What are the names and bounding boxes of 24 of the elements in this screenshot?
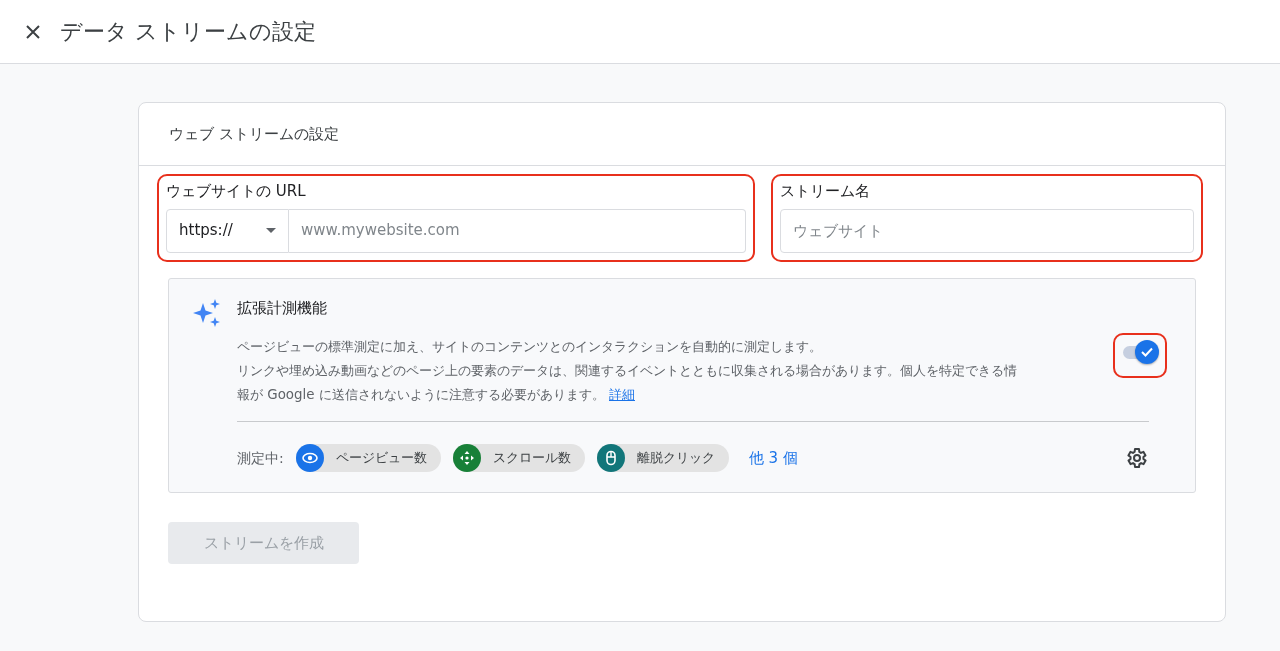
description-text: リンクや埋め込み動画などのページ上の要素のデータは、関連するイベントとともに収集される場合があります。個人を特定できる情報が Google に送信されないように注意する必要があります。 詳細	[237, 362, 1018, 404]
check-icon	[1140, 345, 1154, 359]
metric-chip: スクロール数	[452, 444, 585, 472]
measuring-label: 測定中:	[237, 448, 284, 468]
description-text: ページビューの標準測定に加え、サイトのコンテンツとのインタラクションを自動的に測定します。	[237, 338, 823, 356]
close-icon	[25, 23, 41, 40]
url-input-field[interactable]: www.mywebsite.com	[289, 208, 746, 253]
caret-icon	[266, 228, 276, 233]
eye-icon	[301, 450, 318, 466]
settings-icon	[1124, 446, 1148, 470]
card-title: ウェブ ストリームの設定	[139, 103, 1225, 166]
details-link[interactable]: 詳細	[609, 387, 635, 402]
metric-chip: ページビュー数	[295, 444, 441, 472]
field-label: ストリーム名	[780, 181, 871, 202]
metric-chip: 離脱クリック	[596, 444, 729, 472]
arrows-icon	[458, 450, 475, 466]
sparkle-icon	[193, 298, 221, 327]
more-link[interactable]: 他 3 個	[748, 446, 798, 470]
stream-name-field[interactable]: ウェブサイト	[780, 208, 1194, 253]
page-title: データ ストリームの設定	[60, 18, 316, 46]
field-label: ウェブサイトの URL	[166, 181, 307, 202]
toggle-switch[interactable]	[1121, 339, 1159, 365]
protocol-dropdown[interactable]: https://	[166, 208, 289, 253]
section-title: 拡張計測機能	[237, 297, 328, 319]
